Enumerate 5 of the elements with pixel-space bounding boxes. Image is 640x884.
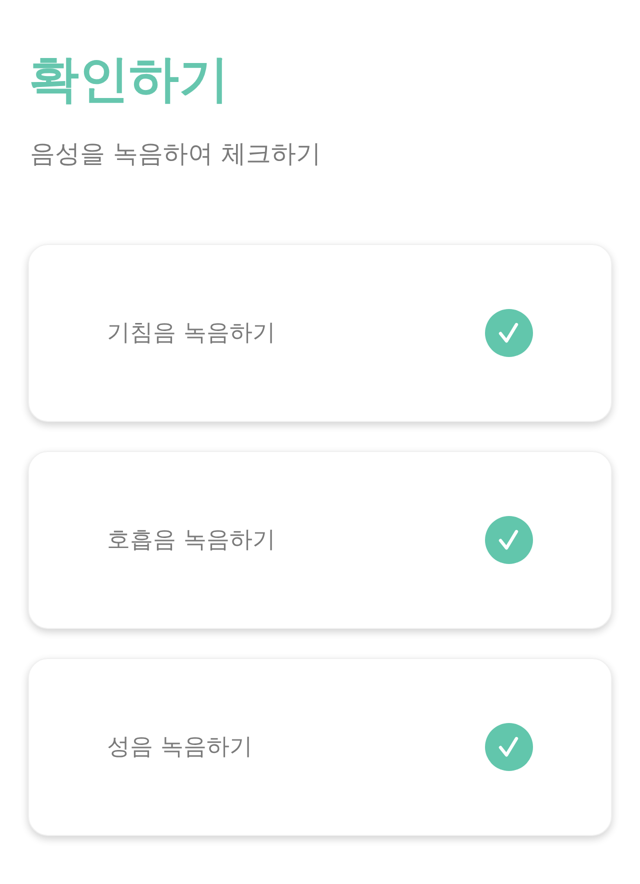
recording-task-button[interactable]: 기침음 녹음하기 xyxy=(28,244,612,422)
page-title: 확인하기 xyxy=(29,49,229,110)
recording-task-button[interactable]: 성음 녹음하기 xyxy=(28,658,612,836)
recording-task-button[interactable]: 호흡음 녹음하기 xyxy=(28,451,612,629)
page-subtitle: 음성을 녹음하여 체크하기 xyxy=(30,138,321,170)
